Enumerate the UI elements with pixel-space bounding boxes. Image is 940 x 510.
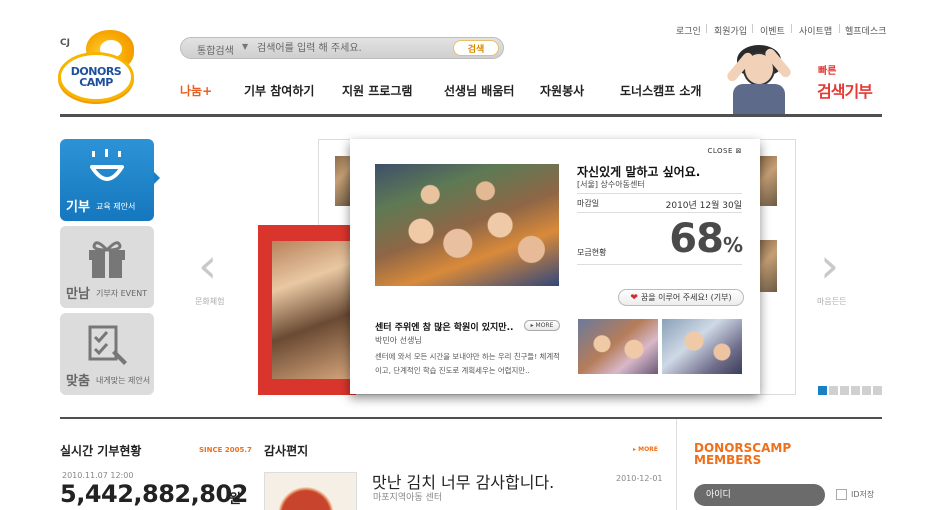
tab-donation-label: 기부 — [66, 200, 90, 215]
letter-item-org: 마포지역아동 센터 — [373, 493, 443, 503]
gnb-donate[interactable]: 기부 참여하기 — [244, 82, 314, 99]
gift-icon — [89, 241, 125, 278]
progress-percent: 68% — [669, 216, 743, 262]
smile-icon — [90, 149, 124, 181]
letter-thumbnail[interactable] — [264, 472, 357, 510]
gnb-programs[interactable]: 지원 프로그램 — [342, 82, 412, 99]
search-button[interactable]: 검색 — [453, 40, 499, 56]
util-divider: | — [838, 24, 842, 34]
quick-search-donation-banner[interactable]: 빠른 검색기부 — [725, 40, 887, 115]
tab-donation[interactable]: 기부 교육 제안서 — [60, 139, 154, 221]
due-label: 마감일 — [577, 199, 600, 208]
util-divider: | — [751, 24, 755, 34]
save-id-label: ID저장 — [851, 490, 875, 499]
members-title: DONORSCAMP MEMBERS — [694, 441, 792, 467]
teacher-name: 박민아 선생님 — [375, 336, 422, 345]
search-input[interactable] — [257, 40, 437, 56]
heart-icon: ❤ — [630, 292, 638, 303]
red-card-photo — [272, 241, 356, 379]
caret-down-icon[interactable]: ▼ — [242, 42, 248, 51]
search-bar: 통합검색 ▼ 검색 — [180, 37, 504, 59]
section-divider — [60, 417, 882, 419]
donation-unit: 원 — [229, 492, 241, 507]
util-divider: | — [790, 24, 794, 34]
banner-small-text: 빠른 — [818, 66, 837, 77]
tab-meeting[interactable]: 만남 기부자 EVENT — [60, 226, 154, 308]
tab-custom-label: 맞춤 — [66, 374, 90, 389]
carousel-prev-arrow-icon[interactable]: ‹ — [198, 238, 217, 294]
carousel-page-dot[interactable] — [873, 386, 882, 395]
carousel-red-card[interactable] — [258, 225, 356, 395]
carousel-next-arrow-icon[interactable]: › — [820, 238, 839, 294]
cj-mark: CJ — [60, 38, 70, 48]
event-link[interactable]: 이벤트 — [760, 24, 785, 37]
donation-total: 5,442,882,802 — [60, 480, 248, 508]
divider — [577, 193, 742, 194]
header-divider — [60, 114, 882, 117]
project-photo[interactable] — [375, 164, 559, 286]
carousel-page-dot[interactable] — [851, 386, 860, 395]
since-label: SINCE 2005.7 — [199, 446, 252, 454]
sitemap-link[interactable]: 사이트맵 — [799, 24, 832, 37]
back-card-photo — [335, 156, 351, 206]
donation-timestamp: 2010.11.07 12:00 — [62, 471, 134, 480]
letter-item-date: 2010-12-01 — [616, 474, 663, 483]
tab-meeting-label: 만남 — [66, 287, 90, 302]
project-popup: CLOSE ⊠ 자신있게 말하고 싶어요. [서울] 상수아동센터 마감일 20… — [350, 139, 760, 394]
active-tab-pointer — [154, 172, 160, 184]
donation-status-title: 실시간 기부현황 — [60, 444, 142, 458]
login-link[interactable]: 로그인 — [676, 24, 701, 37]
checklist-pen-icon — [88, 325, 127, 365]
carousel-page-dot-active[interactable] — [818, 386, 827, 395]
banner-title: 검색기부 — [817, 82, 873, 101]
popup-close-button[interactable]: CLOSE ⊠ — [707, 147, 742, 155]
divider — [577, 212, 742, 213]
project-center: [서울] 상수아동센터 — [577, 180, 645, 189]
letter-title[interactable]: 센터 주위엔 참 많은 학원이 있지만.. — [375, 320, 513, 333]
letter-thumbnail[interactable] — [662, 319, 742, 374]
tab-custom[interactable]: 맞춤 내게맞는 제안서 — [60, 313, 154, 395]
tab-custom-sub: 내게맞는 제안서 — [96, 376, 151, 385]
thank-letters-title: 감사편지 — [264, 444, 309, 458]
project-title[interactable]: 자신있게 말하고 싶어요. — [577, 163, 700, 180]
save-id-checkbox[interactable] — [836, 489, 847, 500]
carousel-page-dot[interactable] — [840, 386, 849, 395]
divider — [577, 264, 742, 265]
util-divider: | — [705, 24, 709, 34]
carousel-page-dot[interactable] — [862, 386, 871, 395]
donate-button[interactable]: ❤ 꿈을 이루어 주세요! (기부) — [618, 289, 744, 306]
letter-excerpt: 센터에 와서 모든 시간을 보내야만 하는 우리 친구들! 체계적이고, 단계적… — [375, 352, 560, 375]
letters-more-link[interactable]: ▸ MORE — [633, 446, 658, 453]
back-card-photo — [759, 156, 777, 206]
donorscamp-logo[interactable]: CJ DONORS CAMP — [58, 30, 138, 106]
letter-thumbnail[interactable] — [578, 319, 658, 374]
column-divider — [676, 419, 677, 510]
logo-wordmark: DONORS CAMP — [58, 52, 134, 102]
more-button[interactable]: ▸ MORE — [524, 320, 560, 331]
due-value: 2010년 12월 30일 — [665, 201, 742, 211]
prev-caption: 문화체험 — [195, 297, 225, 306]
search-category-select[interactable]: 통합검색 — [197, 42, 234, 57]
carousel-page-dot[interactable] — [829, 386, 838, 395]
gnb-volunteer[interactable]: 자원봉사 — [540, 82, 584, 99]
progress-label: 모금현황 — [577, 248, 607, 257]
gnb-about[interactable]: 도너스캠프 소개 — [620, 82, 701, 99]
tab-meeting-sub: 기부자 EVENT — [96, 289, 148, 298]
back-card-photo — [759, 240, 777, 292]
helpdesk-link[interactable]: 헬프데스크 — [845, 24, 886, 37]
tab-donation-sub: 교육 제안서 — [96, 202, 136, 211]
gnb-nanum[interactable]: 나눔+ — [180, 82, 212, 99]
next-caption: 마음든든 — [817, 297, 847, 306]
gnb-teacher[interactable]: 선생님 배움터 — [444, 82, 514, 99]
signup-link[interactable]: 회원가입 — [714, 24, 747, 37]
id-input[interactable] — [694, 484, 825, 506]
